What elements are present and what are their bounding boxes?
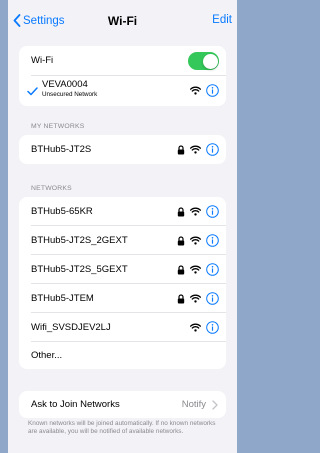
network-name: BTHub5-JT2S_2GEXT — [31, 234, 128, 246]
wifi-signal-icon — [190, 86, 201, 95]
wifi-toggle-switch[interactable] — [188, 52, 219, 70]
checkmark-icon — [27, 87, 38, 96]
page-title: Wi-Fi — [107, 14, 138, 28]
network-name: BTHub5-JT2S_5GEXT — [31, 263, 128, 275]
my-networks-header: MY NETWORKS — [31, 123, 85, 130]
info-icon[interactable] — [206, 143, 219, 156]
wifi-status-card: Wi-Fi VEVA0004 Unsecured Network — [19, 46, 226, 106]
my-networks-card: BTHub5-JT2S — [19, 135, 226, 164]
info-icon[interactable] — [206, 263, 219, 276]
info-icon[interactable] — [206, 234, 219, 247]
other-network-label: Other... — [31, 350, 63, 361]
lock-icon — [177, 144, 185, 155]
network-name: BTHub5-JT2S — [31, 144, 92, 155]
wifi-signal-icon — [190, 323, 201, 332]
connected-network-name: VEVA0004 — [42, 79, 88, 90]
ask-to-join-row[interactable]: Ask to Join Networks Notify — [19, 391, 226, 418]
ask-to-join-note: Known networks will be joined automatica… — [28, 420, 216, 435]
network-row[interactable]: BTHub5-65KR — [19, 197, 226, 225]
info-icon[interactable] — [206, 321, 219, 334]
wifi-signal-icon — [190, 236, 201, 245]
network-name: BTHub5-JTEM — [31, 292, 94, 304]
lock-icon — [177, 264, 185, 275]
lock-icon — [177, 235, 185, 246]
ask-to-join-card: Ask to Join Networks Notify — [19, 391, 226, 418]
networks-card: BTHub5-65KR BTHub5-JT2S_2GEXT BTHub5-JT2… — [19, 197, 226, 369]
network-row[interactable]: BTHub5-JT2S_5GEXT — [19, 255, 226, 283]
network-name: BTHub5-65KR — [31, 205, 93, 217]
wifi-toggle-label: Wi-Fi — [31, 55, 54, 66]
toggle-knob — [202, 53, 218, 69]
network-name: Wifi_SVSDJEV2LJ — [31, 321, 111, 333]
edit-button[interactable]: Edit — [212, 14, 232, 26]
wifi-toggle-row: Wi-Fi — [19, 46, 226, 75]
wifi-signal-icon — [190, 207, 201, 216]
connected-network-row[interactable]: VEVA0004 Unsecured Network — [19, 76, 226, 106]
other-network-row[interactable]: Other... — [19, 342, 226, 369]
wifi-signal-icon — [190, 265, 201, 274]
wifi-signal-icon — [190, 294, 201, 303]
wifi-signal-icon — [190, 145, 201, 154]
ask-to-join-label: Ask to Join Networks — [31, 399, 120, 410]
lock-icon — [177, 206, 185, 217]
navigation-bar: Settings Wi-Fi Edit — [8, 10, 237, 34]
info-icon[interactable] — [206, 292, 219, 305]
ask-to-join-value: Notify — [181, 399, 206, 410]
networks-header: NETWORKS — [31, 185, 72, 192]
lock-icon — [177, 293, 185, 304]
network-row[interactable]: BTHub5-JT2S_2GEXT — [19, 226, 226, 254]
connected-network-subtitle: Unsecured Network — [42, 91, 98, 98]
wifi-settings-screen: Settings Wi-Fi Edit Wi-Fi VEVA0004 Unsec… — [8, 0, 237, 453]
network-row[interactable]: Wifi_SVSDJEV2LJ — [19, 313, 226, 341]
network-row[interactable]: BTHub5-JTEM — [19, 284, 226, 312]
info-icon[interactable] — [206, 205, 219, 218]
chevron-right-icon — [212, 400, 218, 410]
network-row[interactable]: BTHub5-JT2S — [19, 135, 226, 164]
info-icon[interactable] — [206, 84, 219, 97]
